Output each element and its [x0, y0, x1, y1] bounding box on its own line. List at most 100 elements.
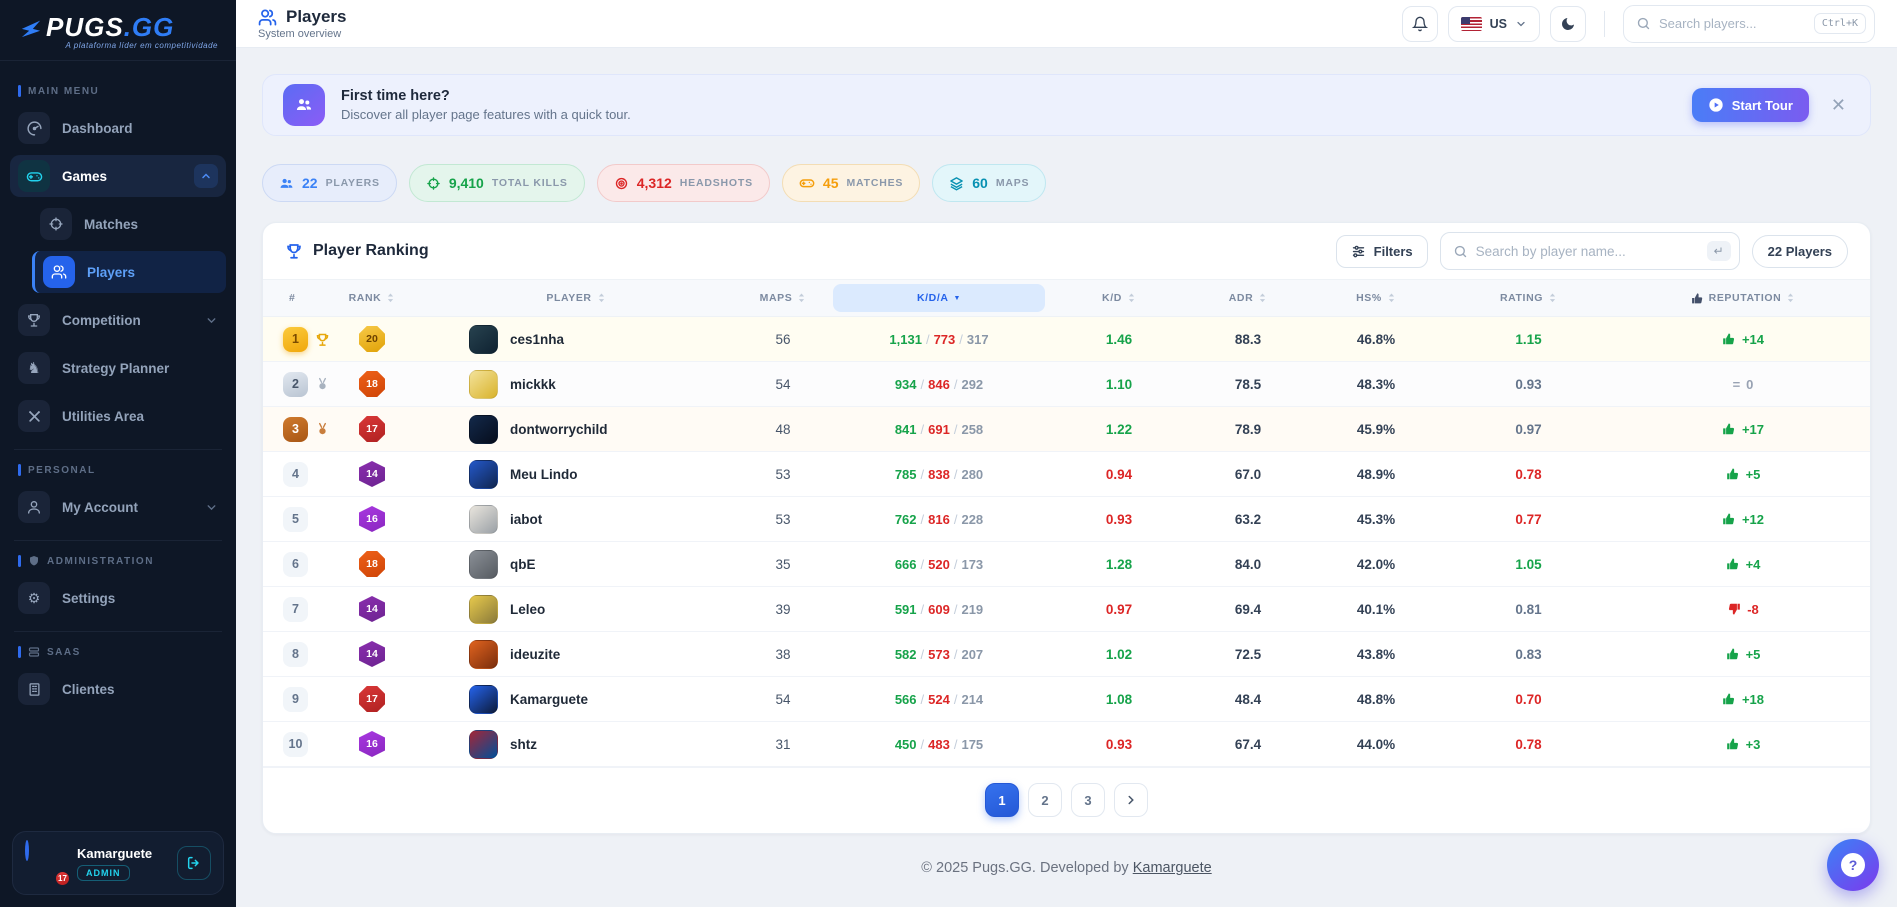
- hs-cell: 43.8%: [1311, 647, 1441, 662]
- sidebar-item-strategy-planner[interactable]: ♞ Strategy Planner: [10, 347, 226, 389]
- player-name[interactable]: Kamarguete: [510, 692, 588, 707]
- chess-icon: ♞: [18, 352, 50, 384]
- position-badge: 3: [283, 417, 308, 442]
- table-row[interactable]: 618qbE35666/520/1731.2884.042.0%1.05+4: [263, 542, 1870, 587]
- adr-cell: 69.4: [1185, 602, 1311, 617]
- table-row[interactable]: 120ces1nha561,131/773/3171.4688.346.8%1.…: [263, 317, 1870, 362]
- topbar: Players System overview US Ctrl+K: [236, 0, 1897, 48]
- position-badge: 9: [283, 687, 308, 712]
- player-name[interactable]: Meu Lindo: [510, 467, 578, 482]
- table-row[interactable]: 218mickkk54934/846/2921.1078.548.3%0.93=…: [263, 362, 1870, 407]
- global-search-input[interactable]: [1659, 16, 1806, 31]
- player-name[interactable]: ces1nha: [510, 332, 564, 347]
- card-title: Player Ranking: [313, 242, 429, 260]
- adr-cell: 84.0: [1185, 557, 1311, 572]
- table-row[interactable]: 714Leleo39591/609/2190.9769.440.1%0.81-8: [263, 587, 1870, 632]
- player-search-input[interactable]: [1476, 244, 1699, 259]
- sidebar-item-players[interactable]: Players: [32, 251, 226, 293]
- table-row[interactable]: 317dontworrychild48841/691/2581.2278.945…: [263, 407, 1870, 452]
- col-reputation[interactable]: REPUTATION: [1616, 292, 1870, 305]
- thumb-up-icon: [1722, 332, 1736, 346]
- thumb-up-icon: [1691, 292, 1704, 305]
- hs-cell: 48.8%: [1311, 692, 1441, 707]
- trophy-icon: [285, 242, 303, 260]
- sidebar-item-utilities-area[interactable]: Utilities Area: [10, 395, 226, 437]
- col-rating[interactable]: RATING: [1441, 292, 1616, 304]
- crosshair-icon: [426, 176, 441, 191]
- filters-button[interactable]: Filters: [1336, 235, 1428, 268]
- table-row[interactable]: 814ideuzite38582/573/2071.0272.543.8%0.8…: [263, 632, 1870, 677]
- kd-cell: 1.10: [1053, 377, 1185, 392]
- kda-cell: 934/846/292: [825, 377, 1053, 392]
- close-icon[interactable]: ✕: [1827, 92, 1850, 118]
- player-search[interactable]: ↵: [1440, 232, 1740, 270]
- player-name[interactable]: dontworrychild: [510, 422, 608, 437]
- sidebar-item-my-account[interactable]: My Account: [10, 486, 226, 528]
- col-kd[interactable]: K/D: [1053, 292, 1185, 304]
- kda-cell: 841/691/258: [825, 422, 1053, 437]
- col-adr[interactable]: ADR: [1185, 292, 1311, 304]
- player-name[interactable]: mickkk: [510, 377, 556, 392]
- player-name[interactable]: iabot: [510, 512, 542, 527]
- page-button-2[interactable]: 2: [1028, 783, 1062, 817]
- user-card[interactable]: 17 Kamarguete ADMIN: [12, 831, 224, 895]
- thumb-up-icon: [1722, 512, 1736, 526]
- table-row[interactable]: 414Meu Lindo53785/838/2800.9467.048.9%0.…: [263, 452, 1870, 497]
- player-name[interactable]: Leleo: [510, 602, 545, 617]
- sidebar-item-games[interactable]: Games: [10, 155, 226, 197]
- brand-logo[interactable]: PUGS.GG A plataforma líder em competitiv…: [0, 0, 236, 61]
- help-button[interactable]: ?: [1827, 839, 1879, 891]
- chevron-up-icon[interactable]: [194, 164, 218, 188]
- col-maps[interactable]: MAPS: [741, 292, 825, 304]
- player-name[interactable]: shtz: [510, 737, 537, 752]
- players-count-badge: 22 Players: [1752, 235, 1848, 268]
- start-tour-button[interactable]: Start Tour: [1692, 88, 1809, 122]
- reputation-cell: +5: [1616, 647, 1870, 662]
- hs-cell: 46.8%: [1311, 332, 1441, 347]
- position-badge: 1: [283, 327, 308, 352]
- table-row[interactable]: 917Kamarguete54566/524/2141.0848.448.8%0…: [263, 677, 1870, 722]
- rating-cell: 0.93: [1441, 377, 1616, 392]
- position-badge: 6: [283, 552, 308, 577]
- reputation-cell: =0: [1616, 377, 1870, 392]
- player-name[interactable]: qbE: [510, 557, 536, 572]
- kd-cell: 1.22: [1053, 422, 1185, 437]
- col-player[interactable]: PLAYER: [411, 292, 741, 304]
- col-kda-sorted[interactable]: K/D/A▼: [833, 284, 1045, 312]
- dark-mode-toggle[interactable]: [1550, 6, 1586, 42]
- page-button-1[interactable]: 1: [985, 783, 1019, 817]
- stat-maps: 60MAPS: [932, 164, 1046, 202]
- reputation-cell: +14: [1616, 332, 1870, 347]
- search-icon: [1636, 16, 1651, 31]
- developer-link[interactable]: Kamarguete: [1133, 860, 1212, 876]
- page-subtitle: System overview: [258, 28, 347, 40]
- sidebar-item-settings[interactable]: ⚙ Settings: [10, 577, 226, 619]
- next-page-button[interactable]: [1114, 783, 1148, 817]
- hs-cell: 42.0%: [1311, 557, 1441, 572]
- sidebar-item-competition[interactable]: Competition: [10, 299, 226, 341]
- table-row[interactable]: 516iabot53762/816/2280.9363.245.3%0.77+1…: [263, 497, 1870, 542]
- kda-cell: 566/524/214: [825, 692, 1053, 707]
- sidebar-item-clientes[interactable]: Clientes: [10, 668, 226, 710]
- kda-cell: 785/838/280: [825, 467, 1053, 482]
- maps-cell: 54: [741, 692, 825, 707]
- gamepad-icon: [799, 175, 815, 191]
- global-search[interactable]: Ctrl+K: [1623, 5, 1875, 43]
- logout-button[interactable]: [177, 846, 211, 880]
- table-row[interactable]: 1016shtz31450/483/1750.9367.444.0%0.78+3: [263, 722, 1870, 767]
- enter-key-icon: ↵: [1707, 241, 1731, 261]
- reputation-cell: +4: [1616, 557, 1870, 572]
- language-selector[interactable]: US: [1448, 6, 1540, 42]
- maps-cell: 54: [741, 377, 825, 392]
- sidebar-item-dashboard[interactable]: Dashboard: [10, 107, 226, 149]
- col-hs[interactable]: HS%: [1311, 292, 1441, 304]
- player-name[interactable]: ideuzite: [510, 647, 560, 662]
- notifications-button[interactable]: [1402, 6, 1438, 42]
- page-button-3[interactable]: 3: [1071, 783, 1105, 817]
- sidebar-item-matches[interactable]: Matches: [32, 203, 226, 245]
- player-avatar: [469, 685, 498, 714]
- user-level-badge: 17: [54, 870, 71, 887]
- col-rank[interactable]: RANK: [333, 292, 411, 304]
- player-avatar: [469, 370, 498, 399]
- rating-cell: 0.70: [1441, 692, 1616, 707]
